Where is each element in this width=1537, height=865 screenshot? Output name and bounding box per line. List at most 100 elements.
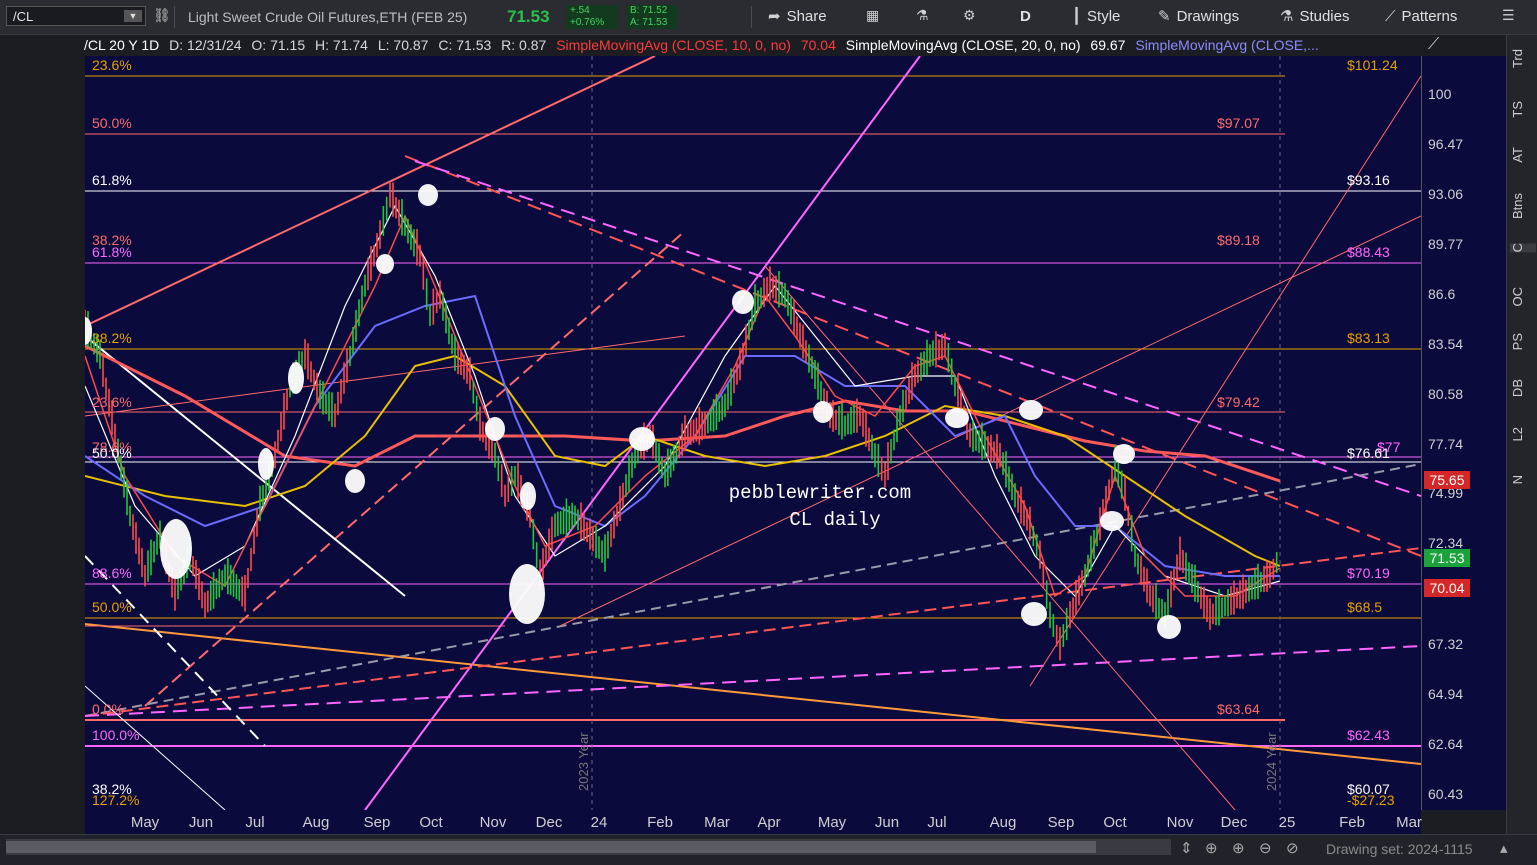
symbol-description: Light Sweet Crude Oil Futures,ETH (FEB 2… — [188, 9, 468, 25]
time-tick: Nov — [1166, 814, 1194, 831]
side-tab-db[interactable]: DB — [1510, 379, 1536, 397]
price-chart[interactable]: pebblewriter.com CL daily 2023 Year 2024… — [85, 56, 1421, 810]
watermark-line1: pebblewriter.com — [729, 482, 911, 504]
time-tick: Dec — [535, 814, 563, 831]
time-tick: Nov — [479, 814, 507, 831]
watermark-line2: CL daily — [789, 509, 880, 531]
flask-icon[interactable]: ⚗ — [916, 7, 929, 24]
time-tick: Sep — [1047, 814, 1075, 831]
high-value: H: 71.74 — [315, 37, 368, 53]
price-tick: 62.64 — [1428, 736, 1464, 752]
studies-button[interactable]: ⚗ Studies — [1280, 6, 1350, 28]
side-tab-c[interactable]: C — [1510, 243, 1536, 253]
bid-ask-box: B: 71.52 A: 71.53 — [626, 5, 678, 29]
time-axis[interactable]: May Jun Jul Aug Sep Oct Nov Dec 24 Feb Mar Apr May Ju… — [85, 810, 1422, 834]
side-tab-trd[interactable]: Trd — [1510, 49, 1536, 68]
zoom-in-icon[interactable]: ⊕ — [1232, 839, 1245, 857]
zoom-fit-icon[interactable]: ⊘ — [1286, 839, 1299, 857]
time-tick: Feb — [647, 814, 673, 831]
price-tick: 77.74 — [1428, 436, 1464, 452]
period-label: D — [1020, 8, 1031, 25]
sma20-label[interactable]: SimpleMovingAvg (CLOSE, 20, 0, no) — [846, 37, 1081, 53]
year-label-2023: 2023 Year — [576, 732, 591, 791]
drawings-label: Drawings — [1176, 8, 1240, 25]
side-tab-n[interactable]: N — [1510, 475, 1536, 484]
price-tick: 67.32 — [1428, 636, 1464, 652]
time-tick: Sep — [363, 814, 391, 831]
time-tick: Aug — [302, 814, 330, 831]
sma10-label[interactable]: SimpleMovingAvg (CLOSE, 10, 0, no) — [556, 37, 791, 53]
time-tick: Apr — [757, 814, 781, 831]
time-tick: Oct — [1103, 814, 1127, 831]
crosshair-icon[interactable]: ⊕ — [1205, 839, 1218, 857]
fib-label-left: 0.0% — [92, 701, 124, 717]
time-tick: Jul — [245, 814, 265, 831]
chevron-down-icon[interactable]: ▼ — [124, 10, 142, 22]
pan-icon[interactable]: ⇕ — [1180, 839, 1193, 857]
side-tab-l2[interactable]: L2 — [1510, 427, 1536, 441]
fib-label-left: 23.6% — [92, 394, 132, 410]
side-tab-at[interactable]: AT — [1510, 147, 1536, 163]
fib-label-right: $89.18 — [1217, 232, 1260, 248]
side-tab-oc[interactable]: OC — [1510, 287, 1536, 307]
fib-label-right: $88.43 — [1347, 244, 1390, 260]
collapse-icon[interactable]: ⟋ — [1428, 36, 1439, 54]
close-value: C: 71.53 — [438, 37, 492, 53]
fib-label-left: 50.0% — [92, 445, 132, 461]
fib-label-right: $76.61 — [1347, 445, 1390, 461]
drawings-button[interactable]: ✎ Drawings — [1158, 6, 1239, 28]
fib-label-left: 127.2% — [92, 792, 139, 808]
symbol-selector[interactable]: /CL ▼ — [6, 6, 146, 26]
time-tick: 24 — [590, 814, 608, 831]
fib-label-right: $97.07 — [1217, 115, 1260, 131]
zoom-out-icon[interactable]: ⊖ — [1259, 839, 1272, 857]
chart-canvas[interactable]: pebblewriter.com CL daily 2023 Year 2024… — [85, 56, 1421, 810]
style-button[interactable]: ┃ Style — [1072, 6, 1120, 28]
side-tab-ps[interactable]: PS — [1510, 333, 1536, 350]
price-tick: 64.94 — [1428, 686, 1464, 702]
expand-icon[interactable]: ▴ — [1500, 839, 1508, 857]
ask-value: A: 71.53 — [630, 17, 668, 28]
fib-label-left: 61.8% — [92, 244, 132, 260]
chart-label: /CL 20 Y 1D — [84, 37, 160, 53]
sma3-label[interactable]: SimpleMovingAvg (CLOSE,... — [1135, 37, 1318, 53]
price-tick: 86.6 — [1428, 286, 1456, 302]
time-tick: Dec — [1220, 814, 1248, 831]
share-label: Share — [786, 8, 827, 25]
side-tab-ts[interactable]: TS — [1510, 101, 1536, 118]
share-icon: ➦ — [768, 8, 781, 25]
sma20-value: 69.67 — [1090, 37, 1126, 53]
trendlines — [85, 56, 1421, 810]
horizontal-scrollbar[interactable] — [6, 839, 1171, 855]
fib-label-right: $62.43 — [1347, 727, 1390, 743]
fib-label-left: 61.8% — [92, 172, 132, 188]
net-change: +.54 — [570, 5, 590, 16]
price-axis[interactable]: 100 96.47 93.06 89.77 86.6 83.54 80.58 77.74 74.… — [1421, 56, 1506, 810]
change-box: +.54 +0.76% — [566, 5, 618, 29]
time-tick: May — [817, 814, 847, 831]
fib-label-right: -$27.23 — [1347, 792, 1395, 808]
menu-icon[interactable]: ☰ — [1502, 7, 1515, 24]
price-tick: 83.54 — [1428, 336, 1464, 352]
time-tick: Jun — [188, 814, 214, 831]
share-button[interactable]: ➦ Share — [768, 6, 827, 28]
link-icon[interactable]: ⛓ — [153, 7, 171, 24]
time-tick: Mar — [1396, 814, 1422, 831]
percent-change: +0.76% — [570, 17, 605, 28]
date-value: D: 12/31/24 — [169, 37, 242, 53]
fib-label-right: $70.19 — [1347, 565, 1390, 581]
last-price: 71.53 — [507, 7, 550, 26]
patterns-icon: ⟋ — [1385, 8, 1396, 25]
price-tick: 100 — [1428, 86, 1452, 102]
scrollbar-thumb[interactable] — [6, 841, 1096, 853]
fib-label-left: 23.6% — [92, 57, 132, 73]
patterns-button[interactable]: ⟋ Patterns — [1385, 6, 1457, 28]
time-tick: Aug — [989, 814, 1017, 831]
time-tick: May — [130, 814, 160, 831]
fib-label-right: $93.16 — [1347, 172, 1390, 188]
grid-settings-icon[interactable]: ▦ — [866, 7, 879, 24]
side-tab-btns[interactable]: Btns — [1510, 193, 1536, 219]
gear-icon[interactable]: ⚙ — [963, 7, 976, 24]
period-button[interactable]: D — [1020, 6, 1031, 28]
price-tick: 60.43 — [1428, 786, 1464, 802]
